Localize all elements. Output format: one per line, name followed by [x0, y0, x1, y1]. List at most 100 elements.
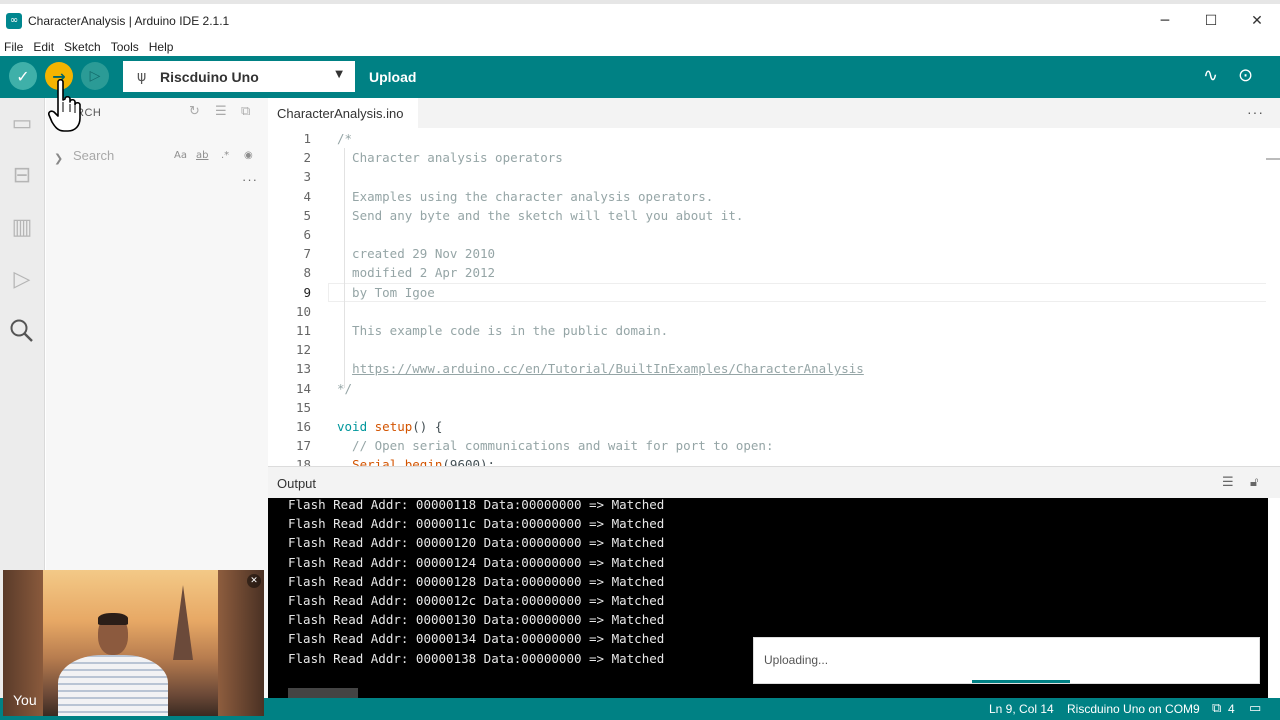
code-line[interactable]: 18 Serial.begin(9600); — [268, 455, 1268, 466]
code-line[interactable]: 12 — [268, 340, 1268, 359]
tabs-more-icon[interactable]: ··· — [1247, 104, 1264, 120]
line-number: 14 — [295, 380, 311, 396]
code-line[interactable]: 11 This example code is in the public do… — [268, 321, 1268, 340]
clear-results-icon[interactable]: ☰ — [215, 104, 227, 119]
regex-icon[interactable]: .* — [221, 150, 229, 161]
code-line[interactable]: 9 by Tom Igoe — [268, 283, 1268, 302]
debug-panel-icon[interactable]: ▷ — [7, 264, 37, 294]
menu-edit[interactable]: Edit — [29, 40, 58, 54]
menu-tools[interactable]: Tools — [107, 40, 143, 54]
menu-help[interactable]: Help — [145, 40, 178, 54]
webcam-person-shirt — [58, 655, 168, 716]
toast-progress-bar — [972, 680, 1070, 683]
code-line[interactable]: 13 https://www.arduino.cc/en/Tutorial/Bu… — [268, 359, 1268, 378]
line-number: 3 — [303, 169, 311, 185]
maximize-button[interactable]: ☐ — [1188, 4, 1234, 38]
code-token: begin — [404, 457, 443, 466]
code-token: */ — [337, 380, 353, 396]
tab-characteranalysis[interactable]: CharacterAnalysis.ino — [268, 98, 418, 128]
code-text: https://www.arduino.cc/en/Tutorial/Built… — [337, 359, 864, 378]
code-line[interactable]: 10 — [268, 302, 1268, 321]
code-line[interactable]: 4 Examples using the character analysis … — [268, 187, 1268, 206]
search-input[interactable]: Search — [73, 148, 263, 168]
serial-monitor-icon[interactable]: ⊙ — [1238, 65, 1253, 86]
code-line[interactable]: 8 modified 2 Apr 2012 — [268, 263, 1268, 282]
code-line[interactable]: 15 — [268, 398, 1268, 417]
code-text: created 29 Nov 2010 — [337, 244, 495, 263]
refresh-icon[interactable]: ↻ — [189, 104, 200, 119]
code-line[interactable]: 16 void setup() { — [268, 417, 1268, 436]
code-line[interactable]: 1 /* — [268, 129, 1268, 148]
console-line: Flash Read Addr: 00000128 Data:00000000 … — [288, 573, 665, 589]
upload-tooltip-label: Upload — [369, 69, 417, 85]
serial-plotter-icon[interactable]: ∿ — [1203, 65, 1218, 86]
console-line: Flash Read Addr: 00000134 Data:00000000 … — [288, 631, 665, 647]
preserve-case-icon[interactable]: ◉ — [244, 150, 253, 161]
notifications-icon[interactable]: ⧉ — [1212, 701, 1221, 716]
check-icon: ✓ — [16, 66, 30, 86]
eiffel-tower-background — [173, 585, 193, 660]
console-line: Flash Read Addr: 0000011c Data:00000000 … — [288, 516, 665, 532]
code-line[interactable]: 6 — [268, 225, 1268, 244]
code-text: Serial.begin(9600); — [337, 455, 495, 466]
line-number: 13 — [295, 361, 311, 377]
code-line[interactable]: 2 Character analysis operators — [268, 148, 1268, 167]
code-line[interactable]: 17 // Open serial communications and wai… — [268, 436, 1268, 455]
clear-output-icon[interactable]: ☰ — [1222, 475, 1234, 490]
menu-sketch[interactable]: Sketch — [60, 40, 105, 54]
more-options-icon[interactable]: ··· — [242, 172, 258, 187]
editor-tabs: CharacterAnalysis.ino ··· — [268, 98, 1280, 128]
board-port-status[interactable]: Riscduino Uno on COM9 — [1067, 702, 1200, 716]
lock-icon[interactable]: 🔓︎ — [1250, 475, 1258, 490]
collapse-all-icon[interactable]: ⧉ — [241, 104, 250, 119]
chevron-right-icon[interactable]: ❯ — [54, 152, 63, 165]
code-token: Send any byte and the sketch will tell y… — [337, 207, 744, 223]
code-editor[interactable]: 1 /* 2 Character analysis operators 3 4 Exam… — [268, 128, 1268, 466]
line-number: 6 — [303, 227, 311, 242]
line-number: 17 — [295, 438, 311, 454]
code-token: () { — [412, 419, 443, 434]
verify-button[interactable]: ✓ — [9, 62, 37, 90]
line-number: 10 — [295, 303, 311, 319]
output-panel-header: Output ☰ 🔓︎ — [268, 466, 1280, 498]
close-button[interactable]: ✕ — [1234, 4, 1280, 38]
cursor-position[interactable]: Ln 9, Col 14 — [989, 702, 1054, 716]
code-token: Serial — [352, 457, 398, 466]
search-icon[interactable] — [7, 316, 37, 346]
code-token: . — [397, 457, 405, 466]
console-line: Flash Read Addr: 00000130 Data:00000000 … — [288, 612, 665, 628]
code-token: Character analysis operators — [337, 150, 563, 166]
console-horizontal-scrollbar[interactable] — [288, 688, 358, 698]
match-case-icon[interactable]: Aa — [174, 150, 187, 161]
folder-icon[interactable]: ▭ — [7, 108, 37, 138]
console-line: Flash Read Addr: 00000118 Data:00000000 … — [288, 498, 665, 512]
code-line[interactable]: 5 Send any byte and the sketch will tell… — [268, 206, 1268, 225]
code-line[interactable]: 3 — [268, 167, 1268, 186]
code-text: void setup() { — [337, 417, 442, 436]
debug-button[interactable]: ▷ — [81, 62, 109, 90]
chevron-down-icon: ▼ — [335, 69, 343, 80]
boards-manager-icon[interactable]: ⊟ — [7, 160, 37, 190]
code-line[interactable]: 14 */ — [268, 379, 1268, 398]
notifications-count[interactable]: 4 — [1228, 702, 1235, 716]
match-whole-word-icon[interactable]: ab — [196, 150, 208, 161]
board-selector[interactable]: ψ Riscduino Uno ▼ — [123, 61, 355, 92]
library-manager-icon[interactable]: ▥ — [7, 212, 37, 242]
menu-file[interactable]: File — [0, 40, 27, 54]
editor-scrollbar[interactable] — [1266, 128, 1280, 466]
code-token: /* — [337, 131, 353, 146]
code-token: This example code is in the public domai… — [337, 323, 669, 338]
code-text: /* — [337, 129, 352, 148]
code-token: created 29 Nov 2010 — [337, 246, 496, 262]
minimize-button[interactable]: ─ — [1142, 4, 1188, 38]
webcam-label: You — [13, 692, 37, 708]
code-text: */ — [337, 379, 352, 398]
code-line[interactable]: 7 created 29 Nov 2010 — [268, 244, 1268, 263]
line-number: 7 — [303, 246, 311, 262]
console-vertical-scrollbar[interactable] — [1268, 498, 1280, 698]
bell-icon[interactable]: ▭ — [1249, 701, 1261, 716]
code-text: // Open serial communications and wait f… — [337, 436, 773, 455]
